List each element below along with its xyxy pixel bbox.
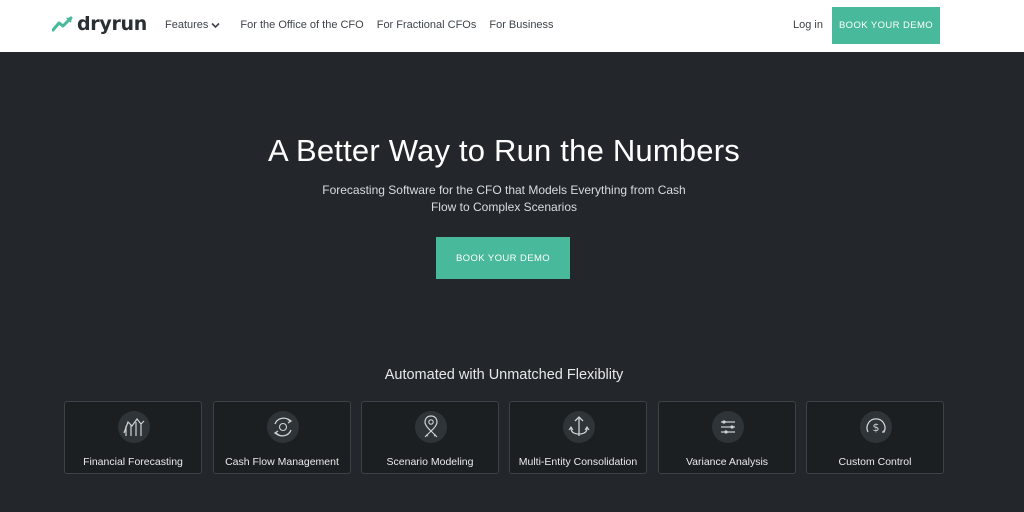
feature-card-label: Financial Forecasting xyxy=(83,456,183,468)
main-nav: Features For the Office of the CFO For F… xyxy=(165,19,554,31)
nav-office-of-cfo-label: For the Office of the CFO xyxy=(240,19,364,31)
nav-fractional-cfos[interactable]: For Fractional CFOs xyxy=(377,19,477,31)
feature-card-label: Scenario Modeling xyxy=(386,456,474,468)
variance-lines-icon xyxy=(712,411,744,443)
trend-logo-icon xyxy=(52,16,73,32)
feature-card-variance-analysis[interactable]: Variance Analysis xyxy=(658,401,796,474)
hero-subtitle: Forecasting Software for the CFO that Mo… xyxy=(322,183,686,214)
feature-card-financial-forecasting[interactable]: Financial Forecasting xyxy=(64,401,202,474)
features-section-title: Automated with Unmatched Flexiblity xyxy=(384,367,624,383)
feature-card-label: Custom Control xyxy=(838,456,912,468)
book-demo-button-header[interactable]: BOOK YOUR DEMO xyxy=(832,7,940,44)
cash-cycle-icon xyxy=(267,411,299,443)
brand-name: dryrun xyxy=(77,13,147,35)
scenario-pin-icon xyxy=(415,411,447,443)
feature-card-scenario-modeling[interactable]: Scenario Modeling xyxy=(361,401,499,474)
svg-text:$: $ xyxy=(873,421,880,434)
book-demo-button-hero[interactable]: BOOK YOUR DEMO xyxy=(436,237,570,279)
chevron-down-icon xyxy=(211,22,220,28)
feature-card-multi-entity-consolidation[interactable]: Multi-Entity Consolidation xyxy=(509,401,647,474)
feature-card-label: Variance Analysis xyxy=(685,456,769,468)
brand-logo[interactable]: dryrun xyxy=(52,13,147,35)
top-navigation-bar: dryrun Features For the Office of the CF… xyxy=(0,0,1024,52)
nav-for-business-label: For Business xyxy=(489,19,554,31)
forecast-chart-icon xyxy=(118,411,150,443)
dollar-gauge-icon: $ xyxy=(860,411,892,443)
nav-for-business[interactable]: For Business xyxy=(489,19,553,31)
nav-fractional-cfos-label: For Fractional CFOs xyxy=(376,19,477,31)
hero-title: A Better Way to Run the Numbers xyxy=(268,133,740,168)
nav-features[interactable]: Features xyxy=(165,19,220,31)
feature-card-custom-control[interactable]: $ Custom Control xyxy=(806,401,944,474)
login-link[interactable]: Log in xyxy=(793,19,823,31)
feature-card-cash-flow-management[interactable]: Cash Flow Management xyxy=(213,401,351,474)
consolidation-arrow-icon xyxy=(563,411,595,443)
nav-features-label: Features xyxy=(165,19,209,31)
feature-card-label: Cash Flow Management xyxy=(225,456,339,468)
feature-card-label: Multi-Entity Consolidation xyxy=(518,456,638,468)
nav-office-of-cfo[interactable]: For the Office of the CFO xyxy=(240,19,363,31)
